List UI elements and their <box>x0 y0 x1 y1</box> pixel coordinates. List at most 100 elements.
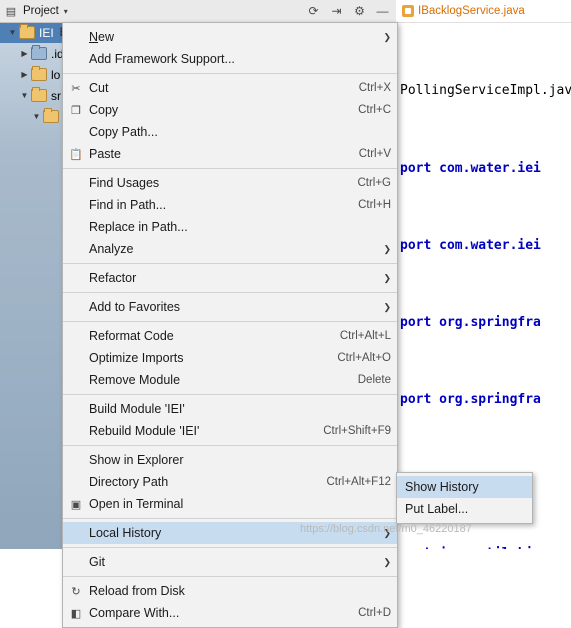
menu-item-rebuild-module[interactable]: Rebuild Module 'IEI' Ctrl+Shift+F9 <box>63 420 397 442</box>
menu-item-build-module[interactable]: Build Module 'IEI' <box>63 398 397 420</box>
submenu-item-put-label[interactable]: Put Label... <box>397 498 532 520</box>
local-history-submenu[interactable]: Show History Put Label... <box>396 472 533 524</box>
menu-item-add-to-favorites[interactable]: Add to Favorites ❯ <box>63 296 397 318</box>
editor-code[interactable]: PollingServiceImpl.java port com.water.i… <box>396 23 571 549</box>
menu-item-accel: Ctrl+C <box>358 104 391 116</box>
menu-item-find-in-path[interactable]: Find in Path... Ctrl+H <box>63 194 397 216</box>
folder-icon <box>31 45 47 60</box>
menu-item-remove-module[interactable]: Remove Module Delete <box>63 369 397 391</box>
twisty-icon[interactable]: ▶ <box>18 70 31 79</box>
menu-item-label: Paste <box>89 147 121 161</box>
menu-item-accel: Ctrl+V <box>358 148 391 160</box>
menu-item-label: Git <box>89 555 105 569</box>
tree-node-label: lo <box>51 67 61 82</box>
menu-item-label: Cut <box>89 81 109 95</box>
menu-item-label: Local History <box>89 526 162 540</box>
copy-icon: ❐ <box>71 103 81 117</box>
compare-icon: ◧ <box>70 606 82 620</box>
menu-item-git[interactable]: Git ❯ <box>63 551 397 573</box>
menu-item-label: Copy Path... <box>89 125 158 139</box>
editor-tab-ibacklogservice[interactable]: IBacklogService.java <box>396 0 571 23</box>
menu-separator <box>63 576 397 577</box>
code-line: port org.springfra <box>400 391 541 407</box>
menu-item-accel: Ctrl+Alt+F12 <box>326 476 391 488</box>
menu-separator <box>63 292 397 293</box>
menu-item-paste[interactable]: 📋 Paste Ctrl+V <box>63 143 397 165</box>
folder-icon <box>19 24 35 39</box>
menu-item-accel: Ctrl+D <box>358 607 391 619</box>
menu-item-copy[interactable]: ❐ Copy Ctrl+C <box>63 99 397 121</box>
menu-item-accel: Ctrl+G <box>357 177 391 189</box>
menu-item-label: Refactor <box>89 271 137 285</box>
menu-item-accel: Ctrl+Alt+O <box>337 352 391 364</box>
menu-item-compare-with[interactable]: ◧ Compare With... Ctrl+D <box>63 602 397 624</box>
menu-item-label: Rebuild Module 'IEI' <box>89 424 200 438</box>
menu-item-reload-from-disk[interactable]: ↻ Reload from Disk <box>63 580 397 602</box>
menu-separator <box>63 547 397 548</box>
menu-item-refactor[interactable]: Refactor ❯ <box>63 267 397 289</box>
tree-node-label: sr <box>51 88 61 103</box>
chevron-right-icon: ❯ <box>383 556 391 567</box>
menu-item-cut[interactable]: ✂ Cut Ctrl+X <box>63 77 397 99</box>
code-line: port com.water.iei <box>400 160 541 176</box>
menu-item-label: Find in Path... <box>89 198 167 212</box>
menu-item-new[interactable]: NNewew ❯ <box>63 26 397 48</box>
twisty-icon[interactable]: ▶ <box>18 49 31 58</box>
menu-item-open-in-terminal[interactable]: ▣ Open in Terminal <box>63 493 397 515</box>
menu-item-label: Directory Path <box>89 475 169 489</box>
menu-item-label: Find Usages <box>89 176 160 190</box>
chevron-right-icon: ❯ <box>383 243 391 254</box>
refresh-icon: ↻ <box>71 584 81 598</box>
menu-separator <box>63 73 397 74</box>
chevron-right-icon: ❯ <box>383 272 391 283</box>
tree-node-label: IEI <box>39 25 54 40</box>
menu-item-label: Add Framework Support... <box>89 52 235 66</box>
menu-item-directory-path[interactable]: Directory Path Ctrl+Alt+F12 <box>63 471 397 493</box>
menu-separator <box>63 263 397 264</box>
menu-item-show-in-explorer[interactable]: Show in Explorer <box>63 449 397 471</box>
menu-item-accel: Ctrl+H <box>358 199 391 211</box>
menu-separator <box>63 394 397 395</box>
chevron-down-icon[interactable]: ▾ <box>64 7 68 16</box>
hide-icon[interactable]: — <box>375 4 390 19</box>
sync-icon[interactable]: ⟳ <box>306 4 321 19</box>
menu-separator <box>63 168 397 169</box>
folder-icon <box>31 66 47 81</box>
menu-separator <box>63 445 397 446</box>
menu-item-add-framework-support[interactable]: Add Framework Support... <box>63 48 397 70</box>
code-line: port com.water.iei <box>400 237 541 253</box>
menu-item-accel: Ctrl+Shift+F9 <box>323 425 391 437</box>
tool-window-title: Project <box>23 5 59 17</box>
settings-icon[interactable]: ⚙ <box>352 4 367 19</box>
code-line: port org.springfra <box>400 314 541 330</box>
twisty-icon[interactable]: ▼ <box>30 112 43 121</box>
menu-item-label: Show in Explorer <box>89 453 184 467</box>
menu-item-label: Replace in Path... <box>89 220 188 234</box>
twisty-icon[interactable]: ▼ <box>18 91 31 100</box>
menu-item-replace-in-path[interactable]: Replace in Path... <box>63 216 397 238</box>
context-menu[interactable]: NNewew ❯ Add Framework Support... ✂ Cut … <box>62 22 398 628</box>
menu-item-label: Copy <box>89 103 119 117</box>
twisty-icon[interactable]: ▼ <box>6 28 19 37</box>
menu-item-label: Add to Favorites <box>89 300 181 314</box>
menu-item-find-usages[interactable]: Find Usages Ctrl+G <box>63 172 397 194</box>
project-icon: ▤ <box>5 5 17 18</box>
clipboard-icon: 📋 <box>69 147 83 161</box>
menu-item-accel: Ctrl+X <box>358 82 391 94</box>
menu-item-optimize-imports[interactable]: Optimize Imports Ctrl+Alt+O <box>63 347 397 369</box>
menu-item-label: Analyze <box>89 242 134 256</box>
menu-item-label: Remove Module <box>89 373 181 387</box>
watermark: https://blog.csdn.net/m0_46220187 <box>300 523 472 535</box>
submenu-item-show-history[interactable]: Show History <box>397 476 532 498</box>
menu-item-copy-path[interactable]: Copy Path... <box>63 121 397 143</box>
menu-item-accel: Delete <box>357 374 391 386</box>
menu-item-analyze[interactable]: Analyze ❯ <box>63 238 397 260</box>
terminal-icon: ▣ <box>70 497 82 511</box>
menu-item-reformat-code[interactable]: Reformat Code Ctrl+Alt+L <box>63 325 397 347</box>
chevron-right-icon: ❯ <box>383 301 391 312</box>
scissors-icon: ✂ <box>71 81 81 95</box>
menu-separator <box>63 321 397 322</box>
code-line: PollingServiceImpl.java <box>400 83 571 99</box>
menu-item-label: Reformat Code <box>89 329 174 343</box>
collapse-icon[interactable]: ⇥ <box>329 4 344 19</box>
